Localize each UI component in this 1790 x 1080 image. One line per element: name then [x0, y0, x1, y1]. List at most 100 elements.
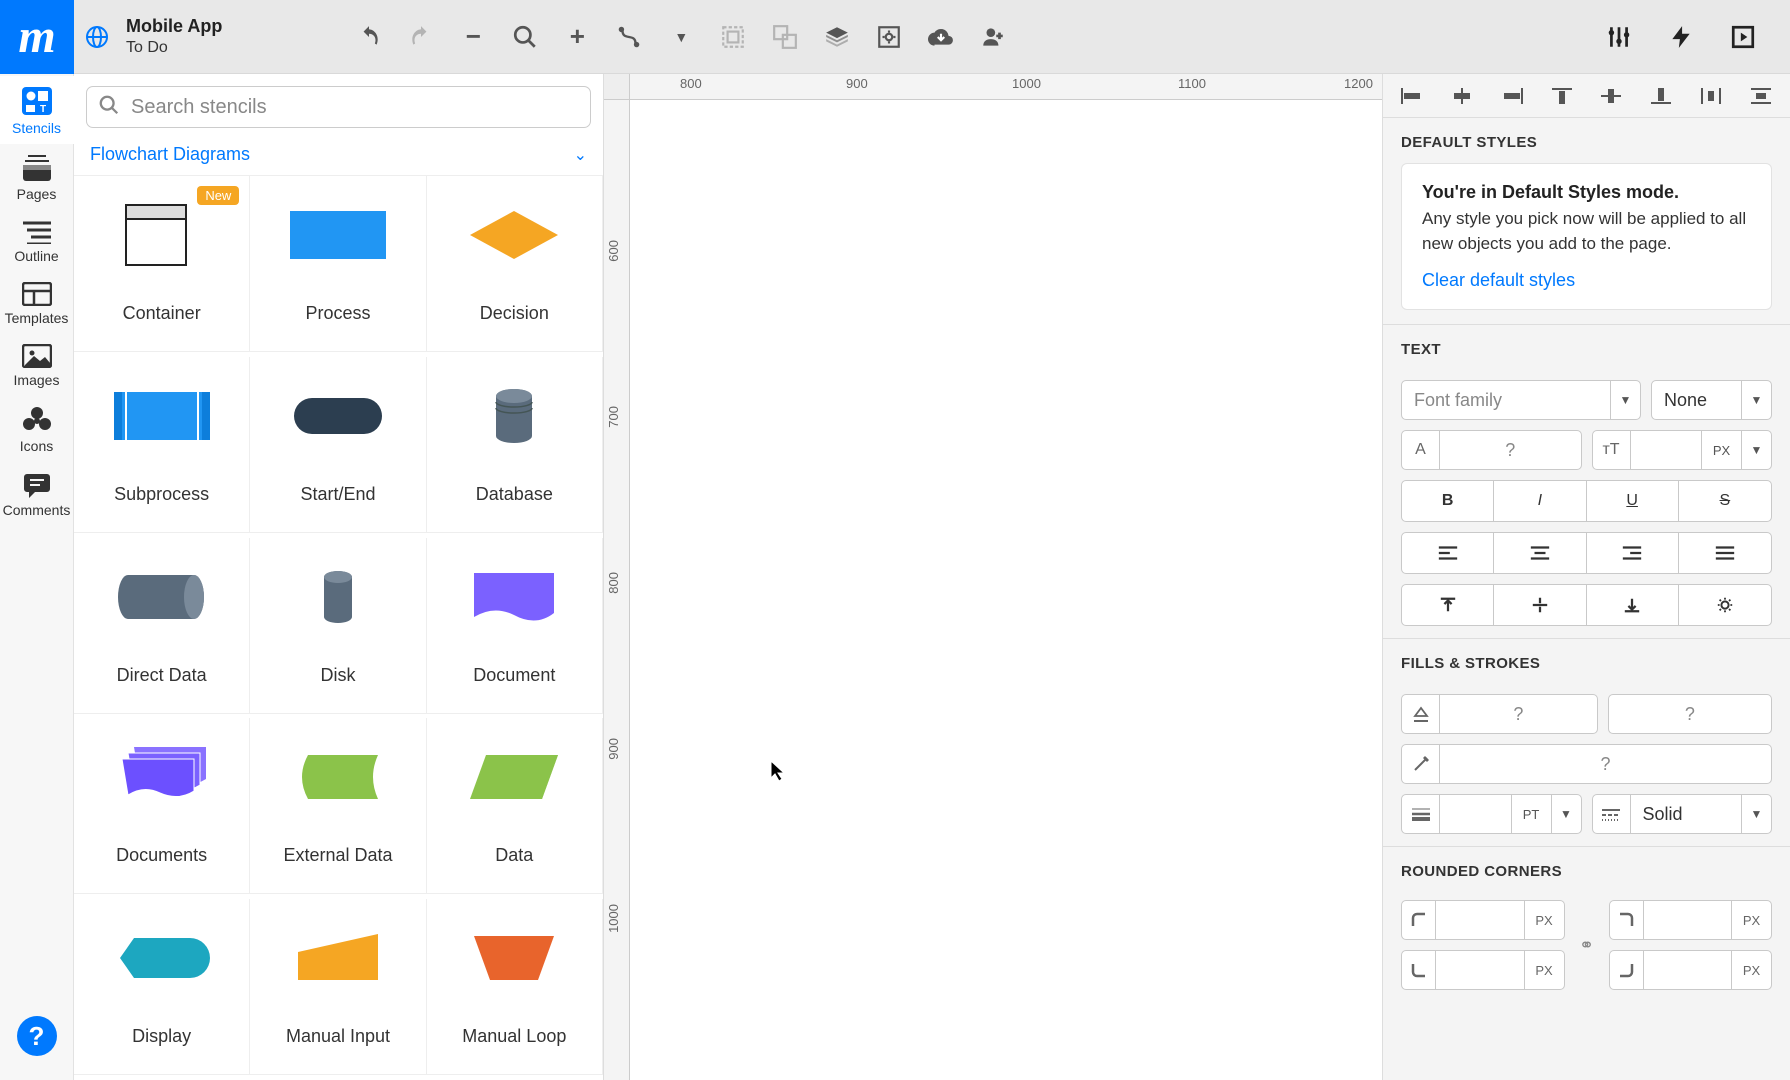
stencil-documents[interactable]: Documents	[74, 718, 250, 894]
stroke-color-input[interactable]: ?	[1401, 744, 1772, 784]
corner-br-icon	[1610, 951, 1644, 989]
distribute-h-button[interactable]	[1696, 81, 1726, 111]
bold-button[interactable]: B	[1402, 481, 1494, 521]
redo-button[interactable]	[404, 20, 438, 54]
stencil-disk[interactable]: Disk	[250, 538, 426, 714]
nav-comments[interactable]: Comments	[0, 462, 74, 526]
category-title: Flowchart Diagrams	[90, 144, 250, 165]
stroke-style-select[interactable]: Solid ▼	[1592, 794, 1773, 834]
text-more-button[interactable]	[1679, 585, 1771, 625]
zoom-tool-button[interactable]	[508, 20, 542, 54]
nav-images[interactable]: Images	[0, 334, 74, 396]
stencil-manual-loop[interactable]: Manual Loop	[427, 899, 603, 1075]
section-default-styles: DEFAULT STYLES	[1383, 118, 1790, 163]
align-center-h-button[interactable]	[1447, 81, 1477, 111]
project-info[interactable]: Mobile App To Do	[126, 15, 222, 58]
collaborators-button[interactable]	[976, 20, 1010, 54]
stencil-external-data[interactable]: External Data	[250, 718, 426, 894]
zoom-in-button[interactable]: +	[560, 20, 594, 54]
preview-button[interactable]	[1726, 20, 1760, 54]
stencil-database[interactable]: Database	[427, 357, 603, 533]
align-bottom-button[interactable]	[1646, 81, 1676, 111]
underline-button[interactable]: U	[1587, 481, 1679, 521]
clear-default-styles-link[interactable]: Clear default styles	[1422, 270, 1751, 291]
stencil-document[interactable]: Document	[427, 538, 603, 714]
stroke-icon	[1402, 745, 1440, 783]
section-fills: FILLS & STROKES	[1383, 639, 1790, 684]
ruler-corner	[604, 74, 630, 100]
page-settings-button[interactable]	[872, 20, 906, 54]
default-styles-info: You're in Default Styles mode. Any style…	[1401, 163, 1772, 310]
stencil-manual-input[interactable]: Manual Input	[250, 899, 426, 1075]
layers-button[interactable]	[820, 20, 854, 54]
category-header[interactable]: Flowchart Diagrams ⌄	[74, 138, 603, 176]
icons-icon	[0, 406, 74, 434]
align-top-button[interactable]	[1547, 81, 1577, 111]
link-corners-toggle[interactable]: ⚭	[1575, 935, 1599, 956]
align-toolbar	[1383, 74, 1790, 118]
corner-br-input[interactable]: PX	[1609, 950, 1773, 990]
corner-tl-input[interactable]: PX	[1401, 900, 1565, 940]
fill-second-input[interactable]: ?	[1608, 694, 1772, 734]
distribute-v-button[interactable]	[1746, 81, 1776, 111]
chevron-down-icon: ⌄	[574, 145, 587, 165]
stencil-direct-data[interactable]: Direct Data	[74, 538, 250, 714]
connector-style-dropdown[interactable]: ▼	[664, 20, 698, 54]
help-button[interactable]: ?	[17, 1016, 57, 1056]
corner-bl-icon	[1402, 951, 1436, 989]
canvas-area[interactable]: 800 900 1000 1100 1200 600 700 800 900 1…	[604, 74, 1382, 1080]
stencil-process[interactable]: Process	[250, 176, 426, 352]
nav-templates[interactable]: Templates	[0, 272, 74, 334]
stencil-decision[interactable]: Decision	[427, 176, 603, 352]
ruler-horizontal: 800 900 1000 1100 1200	[630, 74, 1382, 100]
connector-tool-button[interactable]	[612, 20, 646, 54]
undo-button[interactable]	[352, 20, 386, 54]
share-scope-icon[interactable]	[74, 25, 120, 49]
v-align-bottom-button[interactable]	[1587, 585, 1679, 625]
align-right-button[interactable]	[1497, 81, 1527, 111]
preferences-button[interactable]	[1602, 20, 1636, 54]
v-align-middle-button[interactable]	[1494, 585, 1586, 625]
actions-button[interactable]	[1664, 20, 1698, 54]
section-corners: ROUNDED CORNERS	[1383, 847, 1790, 892]
nav-outline[interactable]: Outline	[0, 210, 74, 272]
canvas[interactable]	[630, 100, 1382, 1080]
stencil-subprocess[interactable]: Subprocess	[74, 357, 250, 533]
font-size-icon: тT	[1593, 431, 1631, 469]
new-badge: New	[197, 186, 239, 205]
corner-tr-icon	[1610, 901, 1644, 939]
stencil-container[interactable]: New Container	[74, 176, 250, 352]
text-align-center-button[interactable]	[1494, 533, 1586, 573]
font-size-input[interactable]: тT PX ▼	[1592, 430, 1773, 470]
text-align-left-button[interactable]	[1402, 533, 1494, 573]
fill-color-input[interactable]: ?	[1401, 694, 1598, 734]
font-weight-select[interactable]: None ▼	[1651, 380, 1772, 420]
pages-icon	[0, 154, 74, 182]
nav-stencils[interactable]: T Stencils	[0, 76, 74, 144]
stroke-width-input[interactable]: PT ▼	[1401, 794, 1582, 834]
strikethrough-button[interactable]: S	[1679, 481, 1771, 521]
v-align-top-button[interactable]	[1402, 585, 1494, 625]
export-button[interactable]	[924, 20, 958, 54]
stroke-style-icon	[1593, 795, 1631, 833]
text-align-right-button[interactable]	[1587, 533, 1679, 573]
zoom-out-button[interactable]: −	[456, 20, 490, 54]
nav-pages[interactable]: Pages	[0, 144, 74, 210]
stencil-start-end[interactable]: Start/End	[250, 357, 426, 533]
ungroup-button[interactable]	[768, 20, 802, 54]
search-input[interactable]	[86, 86, 591, 128]
font-family-select[interactable]: Font family ▼	[1401, 380, 1641, 420]
group-button[interactable]	[716, 20, 750, 54]
corner-tr-input[interactable]: PX	[1609, 900, 1773, 940]
font-color-input[interactable]: A ?	[1401, 430, 1582, 470]
app-logo[interactable]: m	[0, 0, 74, 74]
align-left-button[interactable]	[1397, 81, 1427, 111]
text-align-justify-button[interactable]	[1679, 533, 1771, 573]
corner-bl-input[interactable]: PX	[1401, 950, 1565, 990]
stencil-display[interactable]: Display	[74, 899, 250, 1075]
nav-icons[interactable]: Icons	[0, 396, 74, 462]
italic-button[interactable]: I	[1494, 481, 1586, 521]
section-text: TEXT	[1383, 325, 1790, 370]
stencil-data[interactable]: Data	[427, 718, 603, 894]
align-center-v-button[interactable]	[1596, 81, 1626, 111]
